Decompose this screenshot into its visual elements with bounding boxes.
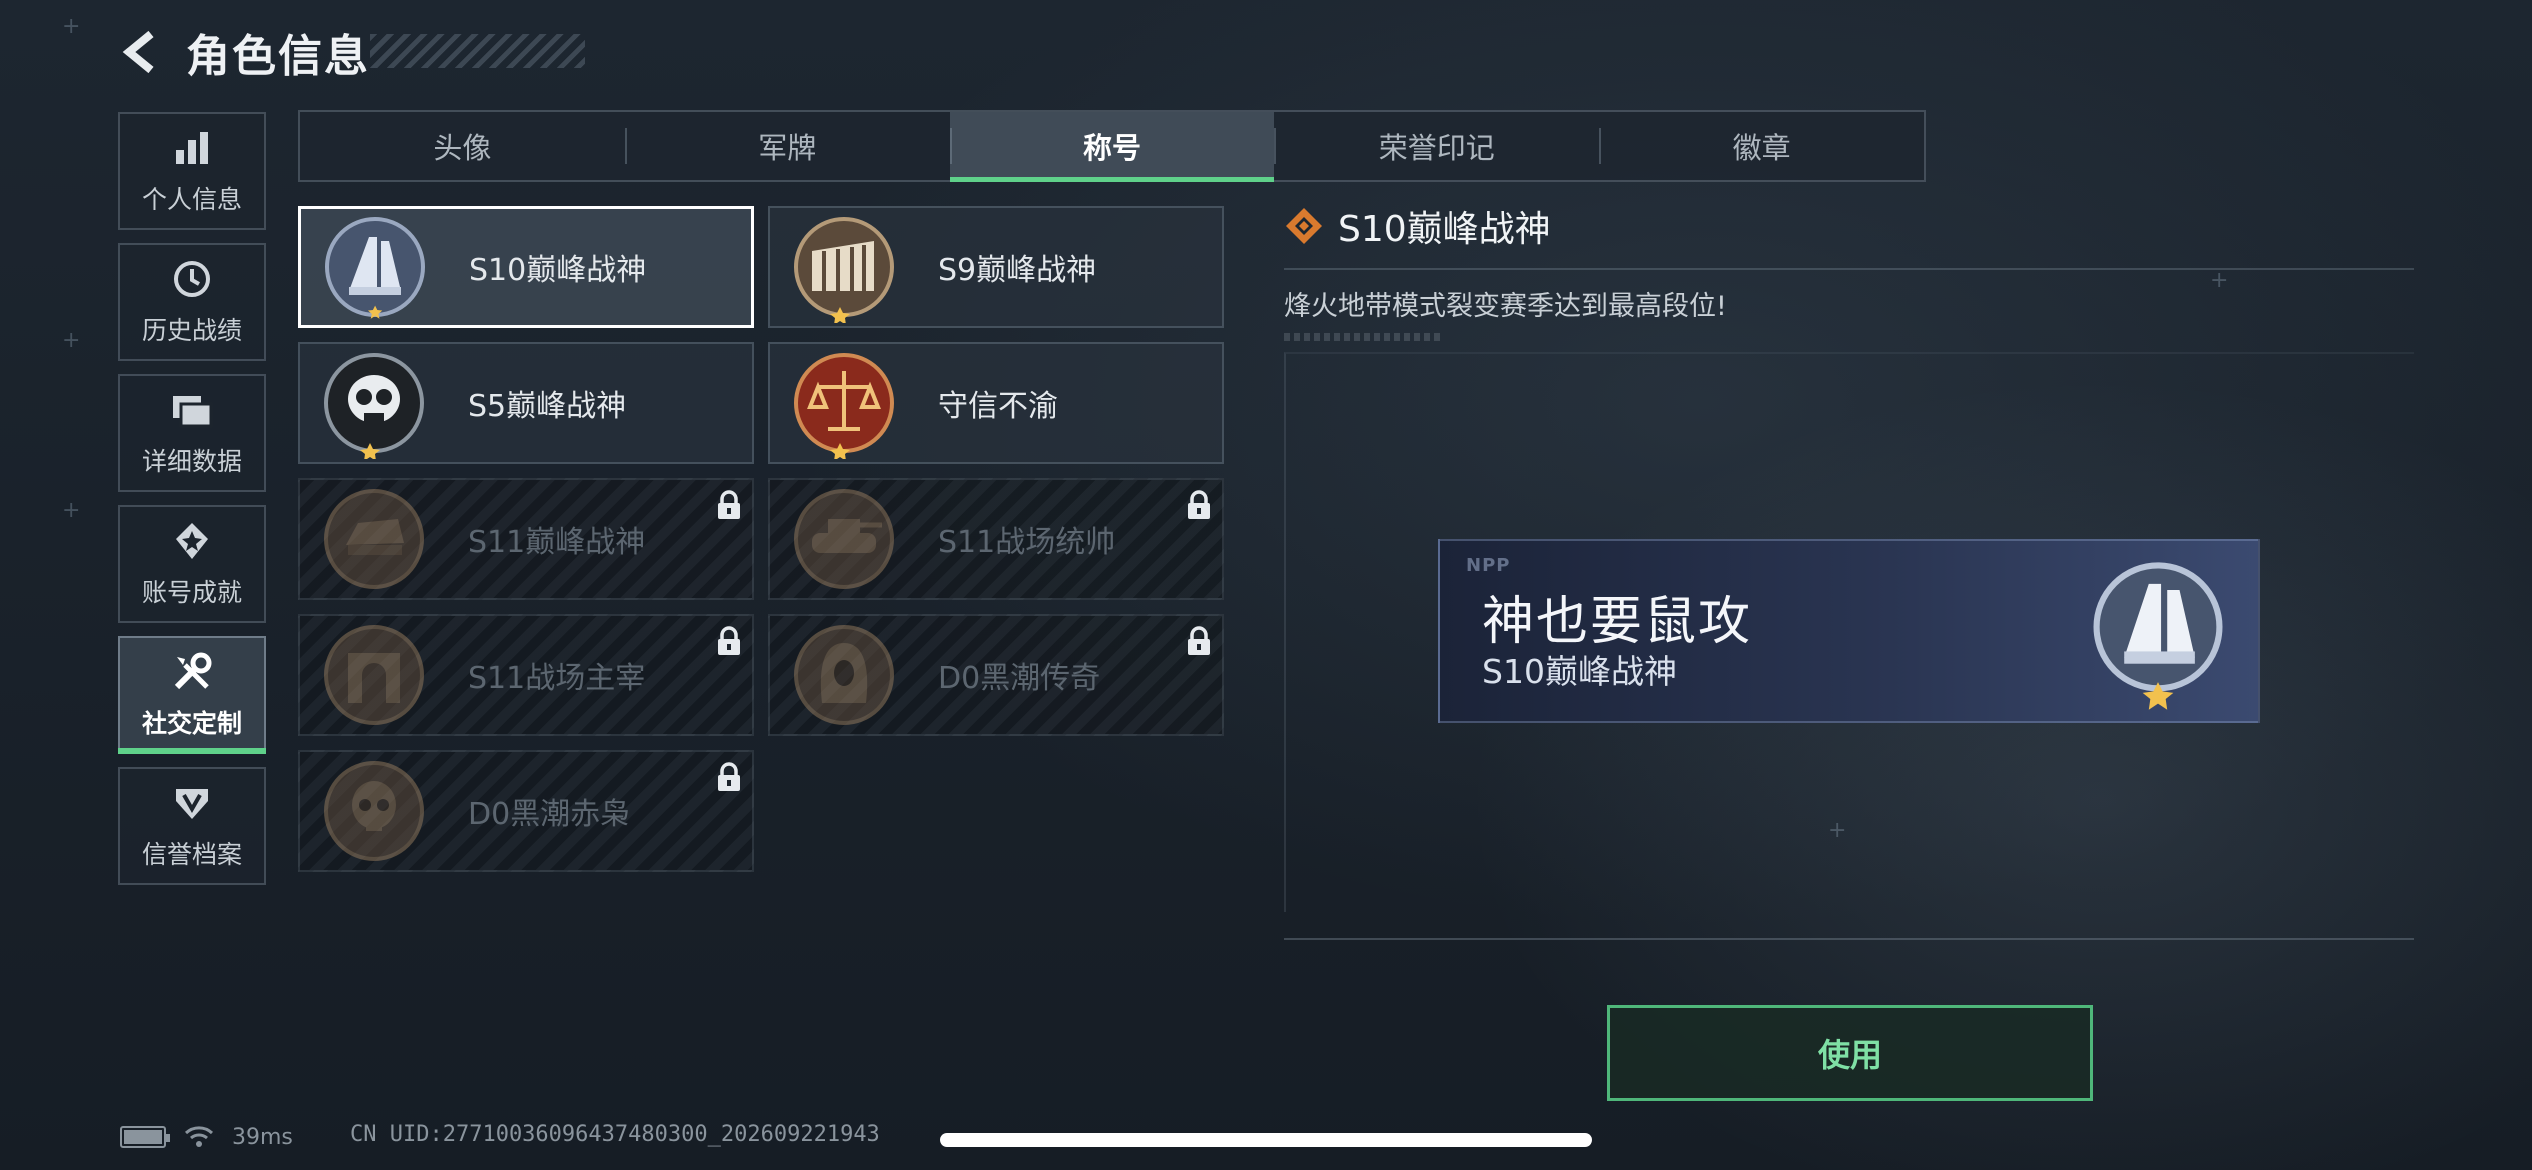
- divider: [1284, 938, 2414, 940]
- nameplate-title: S10巅峰战神: [1482, 652, 1677, 691]
- scales-emblem-icon: [788, 347, 900, 461]
- arch-emblem-icon: [318, 619, 430, 731]
- nameplate-preview: NPP 神也要鼠攻 S10巅峰战神: [1438, 539, 2260, 723]
- title-card-locked[interactable]: D0黑潮赤枭: [298, 750, 754, 872]
- tab-honor-mark[interactable]: 荣誉印记: [1274, 112, 1599, 180]
- sidebar-item-label: 历史战绩: [141, 316, 242, 345]
- divider: [1284, 268, 2414, 270]
- player-uid: CN UID:27710036096437480300_202609221943: [350, 1122, 880, 1147]
- sidebar-item-label: 账号成就: [141, 578, 242, 607]
- hood-emblem-icon: [788, 619, 900, 731]
- sidebar-item-achievements[interactable]: 账号成就: [118, 505, 266, 623]
- title-card[interactable]: S10巅峰战神: [298, 206, 754, 328]
- s9-emblem-icon: [788, 211, 900, 325]
- sidebar-item-label: 个人信息: [141, 185, 242, 214]
- detail-title: S10巅峰战神: [1338, 209, 1551, 250]
- title-name: S10巅峰战神: [469, 253, 647, 288]
- use-button[interactable]: 使用: [1607, 1005, 2093, 1101]
- sidebar-item-label: 社交定制: [141, 709, 242, 738]
- status-bar: 39ms: [120, 1122, 293, 1152]
- title-card[interactable]: S5巅峰战神: [298, 342, 754, 464]
- s10-emblem-icon: [2072, 547, 2244, 719]
- shield-icon: [170, 781, 214, 825]
- tank-emblem-icon: [788, 483, 900, 595]
- title-name: S11战场统帅: [938, 525, 1116, 560]
- tab-avatar[interactable]: 头像: [300, 112, 625, 180]
- title-name: S11战场主宰: [468, 661, 646, 696]
- sidebar-item-credit-file[interactable]: 信誉档案: [118, 767, 266, 885]
- battery-icon: [120, 1126, 170, 1148]
- sidebar-item-personal-info[interactable]: 个人信息: [118, 112, 266, 230]
- tab-dog-tag[interactable]: 军牌: [624, 112, 950, 180]
- decor-dots: [1284, 333, 1444, 341]
- lock-icon: [718, 762, 740, 791]
- title-name: S9巅峰战神: [938, 253, 1097, 288]
- clock-icon: [170, 257, 214, 301]
- title-detail-panel: S10巅峰战神 烽火地带模式裂变赛季达到最高段位!: [1284, 200, 2414, 341]
- home-indicator[interactable]: [940, 1133, 1592, 1147]
- page-title: 角色信息: [186, 31, 370, 82]
- title-name: S5巅峰战神: [468, 389, 627, 424]
- sidebar: 个人信息 历史战绩 详细数据 账号成就 社交定制 信誉档案: [118, 112, 266, 898]
- title-decor-stripes: [370, 34, 585, 68]
- wifi-icon: [184, 1126, 214, 1147]
- sidebar-item-history[interactable]: 历史战绩: [118, 243, 266, 361]
- decor-cross: +: [62, 328, 81, 353]
- title-card-locked[interactable]: S11巅峰战神: [298, 478, 754, 600]
- sidebar-item-label: 信誉档案: [141, 840, 242, 869]
- back-button[interactable]: [118, 29, 164, 75]
- title-card[interactable]: S9巅峰战神: [768, 206, 1224, 328]
- decor-cross: +: [62, 498, 81, 523]
- bar-chart-icon: [170, 126, 214, 170]
- s5-emblem-icon: [318, 347, 430, 461]
- sidebar-item-social-custom[interactable]: 社交定制: [118, 636, 266, 754]
- sidebar-item-detailed-data[interactable]: 详细数据: [118, 374, 266, 492]
- tools-icon: [170, 650, 214, 694]
- title-name: D0黑潮赤枭: [468, 797, 631, 832]
- s10-emblem-icon: [319, 211, 431, 323]
- detail-description: 烽火地带模式裂变赛季达到最高段位!: [1284, 291, 1727, 322]
- title-card-locked[interactable]: S11战场主宰: [298, 614, 754, 736]
- lock-icon: [718, 626, 740, 655]
- medal-icon: [170, 519, 214, 563]
- back-arrow-icon: [122, 30, 154, 74]
- title-name: D0黑潮传奇: [938, 661, 1101, 696]
- skull-emblem-icon: [318, 755, 430, 867]
- category-tabs: 头像 军牌 称号 荣誉印记 徽章: [298, 110, 1926, 182]
- player-name: 神也要鼠攻: [1482, 592, 1753, 652]
- lock-icon: [1188, 626, 1210, 655]
- tab-badge[interactable]: 徽章: [1599, 112, 1924, 180]
- title-name: 守信不渝: [938, 389, 1058, 424]
- title-name: S11巅峰战神: [468, 525, 646, 560]
- page-header: 角色信息: [118, 22, 370, 82]
- s11-emblem-icon: [318, 483, 430, 595]
- title-card[interactable]: 守信不渝: [768, 342, 1224, 464]
- lock-icon: [1188, 490, 1210, 519]
- sidebar-item-label: 详细数据: [141, 447, 242, 476]
- tab-title[interactable]: 称号: [949, 112, 1275, 182]
- title-card-locked[interactable]: S11战场统帅: [768, 478, 1224, 600]
- lock-icon: [718, 490, 740, 519]
- nameplate-logo: NPP: [1466, 555, 1511, 576]
- diamond-icon: [1286, 208, 1322, 244]
- decor-cross: +: [62, 14, 81, 39]
- ping-value: 39ms: [232, 1124, 293, 1150]
- folder-icon: [170, 388, 214, 432]
- title-card-locked[interactable]: D0黑潮传奇: [768, 614, 1224, 736]
